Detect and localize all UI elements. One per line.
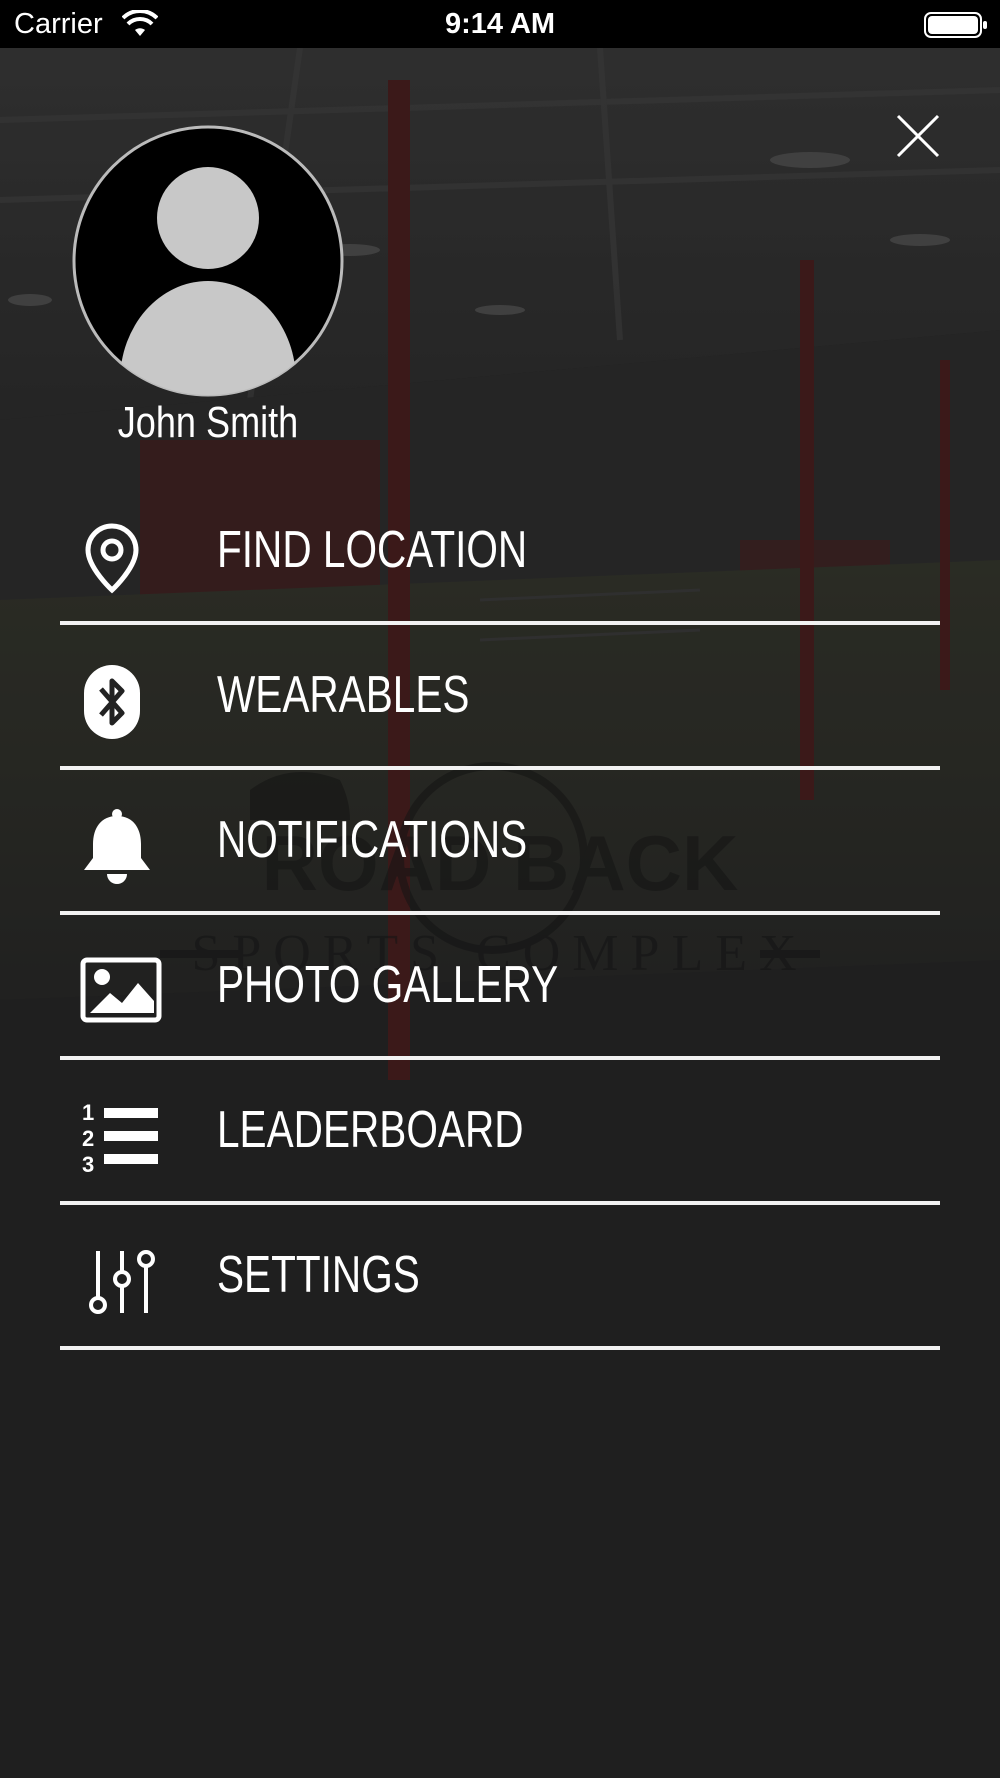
menu-item-label: WEARABLES bbox=[217, 666, 470, 724]
bluetooth-icon bbox=[84, 665, 140, 739]
status-bar: Carrier 9:14 AM bbox=[0, 0, 1000, 48]
menu-item-leaderboard[interactable]: 1 2 3 LEADERBOARD bbox=[60, 1060, 940, 1205]
svg-text:3: 3 bbox=[82, 1152, 94, 1174]
battery-icon bbox=[924, 12, 987, 38]
close-icon[interactable] bbox=[888, 106, 948, 166]
menu-item-label: LEADERBOARD bbox=[217, 1101, 524, 1159]
bell-icon bbox=[84, 809, 150, 884]
profile-name: John Smith bbox=[117, 398, 299, 447]
divider bbox=[60, 1346, 940, 1350]
menu-item-find-location[interactable]: FIND LOCATION bbox=[60, 480, 940, 625]
status-time: 9:14 AM bbox=[444, 8, 556, 40]
menu-item-label: NOTIFICATIONS bbox=[217, 811, 528, 869]
menu-item-notifications[interactable]: NOTIFICATIONS bbox=[60, 770, 940, 915]
sliders-icon bbox=[89, 1250, 155, 1314]
menu-item-wearables[interactable]: WEARABLES bbox=[60, 625, 940, 770]
numbered-list-icon: 1 2 3 bbox=[82, 1100, 158, 1174]
image-icon bbox=[80, 957, 162, 1023]
avatar[interactable] bbox=[72, 125, 344, 397]
map-pin-icon bbox=[85, 523, 139, 594]
svg-text:1: 1 bbox=[82, 1100, 94, 1125]
menu-screen: ROAD BACK SPORTS COMPLEX Carrier 9:14 AM bbox=[0, 0, 1000, 1778]
svg-text:2: 2 bbox=[82, 1126, 94, 1151]
menu-item-label: PHOTO GALLERY bbox=[217, 956, 559, 1014]
menu-item-label: SETTINGS bbox=[217, 1246, 420, 1304]
menu-item-label: FIND LOCATION bbox=[217, 521, 528, 579]
menu-item-settings[interactable]: SETTINGS bbox=[60, 1205, 940, 1350]
menu-item-photo-gallery[interactable]: PHOTO GALLERY bbox=[60, 915, 940, 1060]
